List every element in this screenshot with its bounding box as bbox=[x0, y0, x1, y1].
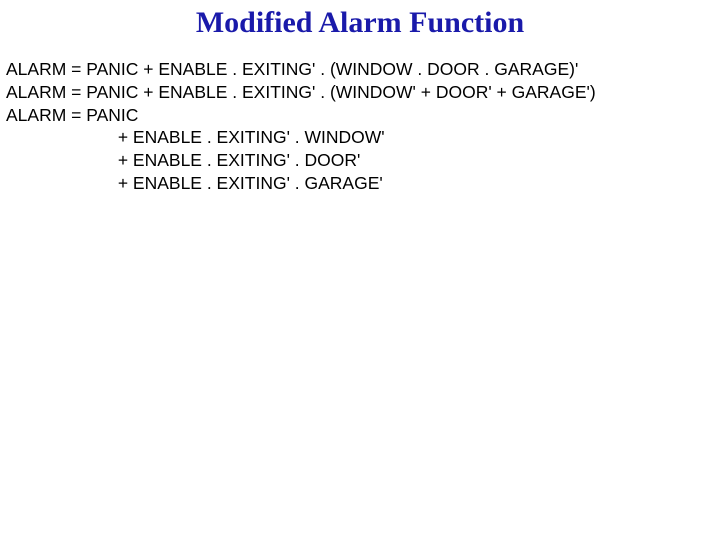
equation-line-5: + ENABLE . EXITING' . DOOR' bbox=[6, 149, 720, 172]
page-title: Modified Alarm Function bbox=[0, 0, 720, 58]
equation-block: ALARM = PANIC + ENABLE . EXITING' . (WIN… bbox=[0, 58, 720, 195]
equation-line-3: ALARM = PANIC bbox=[6, 104, 720, 127]
equation-line-1: ALARM = PANIC + ENABLE . EXITING' . (WIN… bbox=[6, 58, 720, 81]
equation-line-6: + ENABLE . EXITING' . GARAGE' bbox=[6, 172, 720, 195]
equation-line-4: + ENABLE . EXITING' . WINDOW' bbox=[6, 126, 720, 149]
equation-line-2: ALARM = PANIC + ENABLE . EXITING' . (WIN… bbox=[6, 81, 720, 104]
